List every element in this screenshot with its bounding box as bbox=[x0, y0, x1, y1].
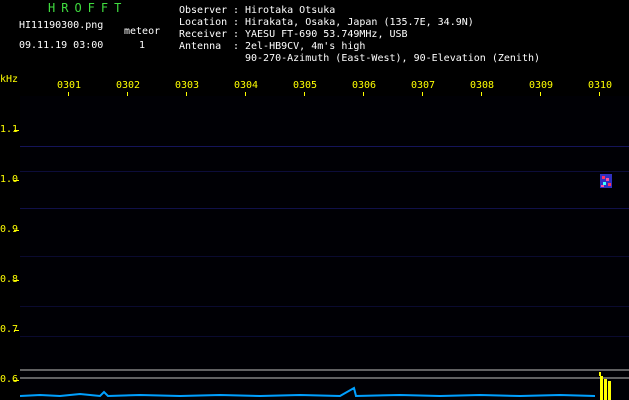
location-value: Hirakata, Osaka, Japan (135.7E, 34.9N) bbox=[245, 17, 474, 28]
x-tick-label: 0307 bbox=[411, 80, 436, 91]
y-axis-unit: kHz bbox=[0, 74, 19, 85]
x-tick-label: 0310 bbox=[588, 80, 613, 91]
receiver-value: YAESU FT-690 53.749MHz, USB bbox=[245, 29, 408, 40]
antenna-value-2: 90-270-Azimuth (East-West), 90-Elevation… bbox=[245, 53, 541, 64]
x-tick-label: 0304 bbox=[234, 80, 259, 91]
filename: HI11190300.png bbox=[19, 20, 104, 31]
meteor-echo bbox=[600, 174, 612, 188]
antenna-colon: : bbox=[233, 41, 240, 52]
app-logo: HROFFT bbox=[48, 1, 128, 15]
noise-band bbox=[20, 171, 629, 172]
spectrogram-canvas bbox=[20, 146, 629, 400]
signal-trace bbox=[20, 386, 596, 398]
receiver-label: Receiver bbox=[179, 29, 228, 40]
y-tick-mark bbox=[14, 330, 19, 331]
noise-band bbox=[20, 146, 629, 147]
x-tick-label: 0306 bbox=[352, 80, 377, 91]
observer-label: Observer bbox=[179, 5, 228, 16]
y-tick-mark bbox=[14, 230, 19, 231]
y-tick-mark bbox=[14, 180, 19, 181]
meteor-count: 1 bbox=[139, 40, 146, 51]
x-tick-label: 0302 bbox=[116, 80, 141, 91]
observer-value: Hirotaka Otsuka bbox=[245, 5, 336, 16]
datetime: 09.11.19 03:00 bbox=[19, 40, 104, 51]
x-tick-label: 0301 bbox=[57, 80, 82, 91]
x-tick-label: 0305 bbox=[293, 80, 318, 91]
spectrogram-plot bbox=[20, 96, 629, 400]
intensity-bars bbox=[599, 372, 611, 400]
antenna-label: Antenna bbox=[179, 41, 222, 52]
x-tick-label: 0309 bbox=[529, 80, 554, 91]
receiver-colon: : bbox=[233, 29, 240, 40]
y-tick-mark bbox=[14, 280, 19, 281]
location-label: Location bbox=[179, 17, 228, 28]
noise-band bbox=[20, 336, 629, 337]
location-colon: : bbox=[233, 17, 240, 28]
y-tick-mark bbox=[14, 380, 19, 381]
antenna-value-1: 2el-HB9CV, 4m's high bbox=[245, 41, 366, 52]
noise-band bbox=[20, 306, 629, 307]
x-tick-label: 0308 bbox=[470, 80, 495, 91]
meteor-label: meteor bbox=[124, 26, 161, 37]
y-tick-mark bbox=[14, 130, 19, 131]
noise-band bbox=[20, 208, 629, 209]
noise-band bbox=[20, 256, 629, 257]
x-tick-label: 0303 bbox=[175, 80, 200, 91]
observer-colon: : bbox=[233, 5, 240, 16]
